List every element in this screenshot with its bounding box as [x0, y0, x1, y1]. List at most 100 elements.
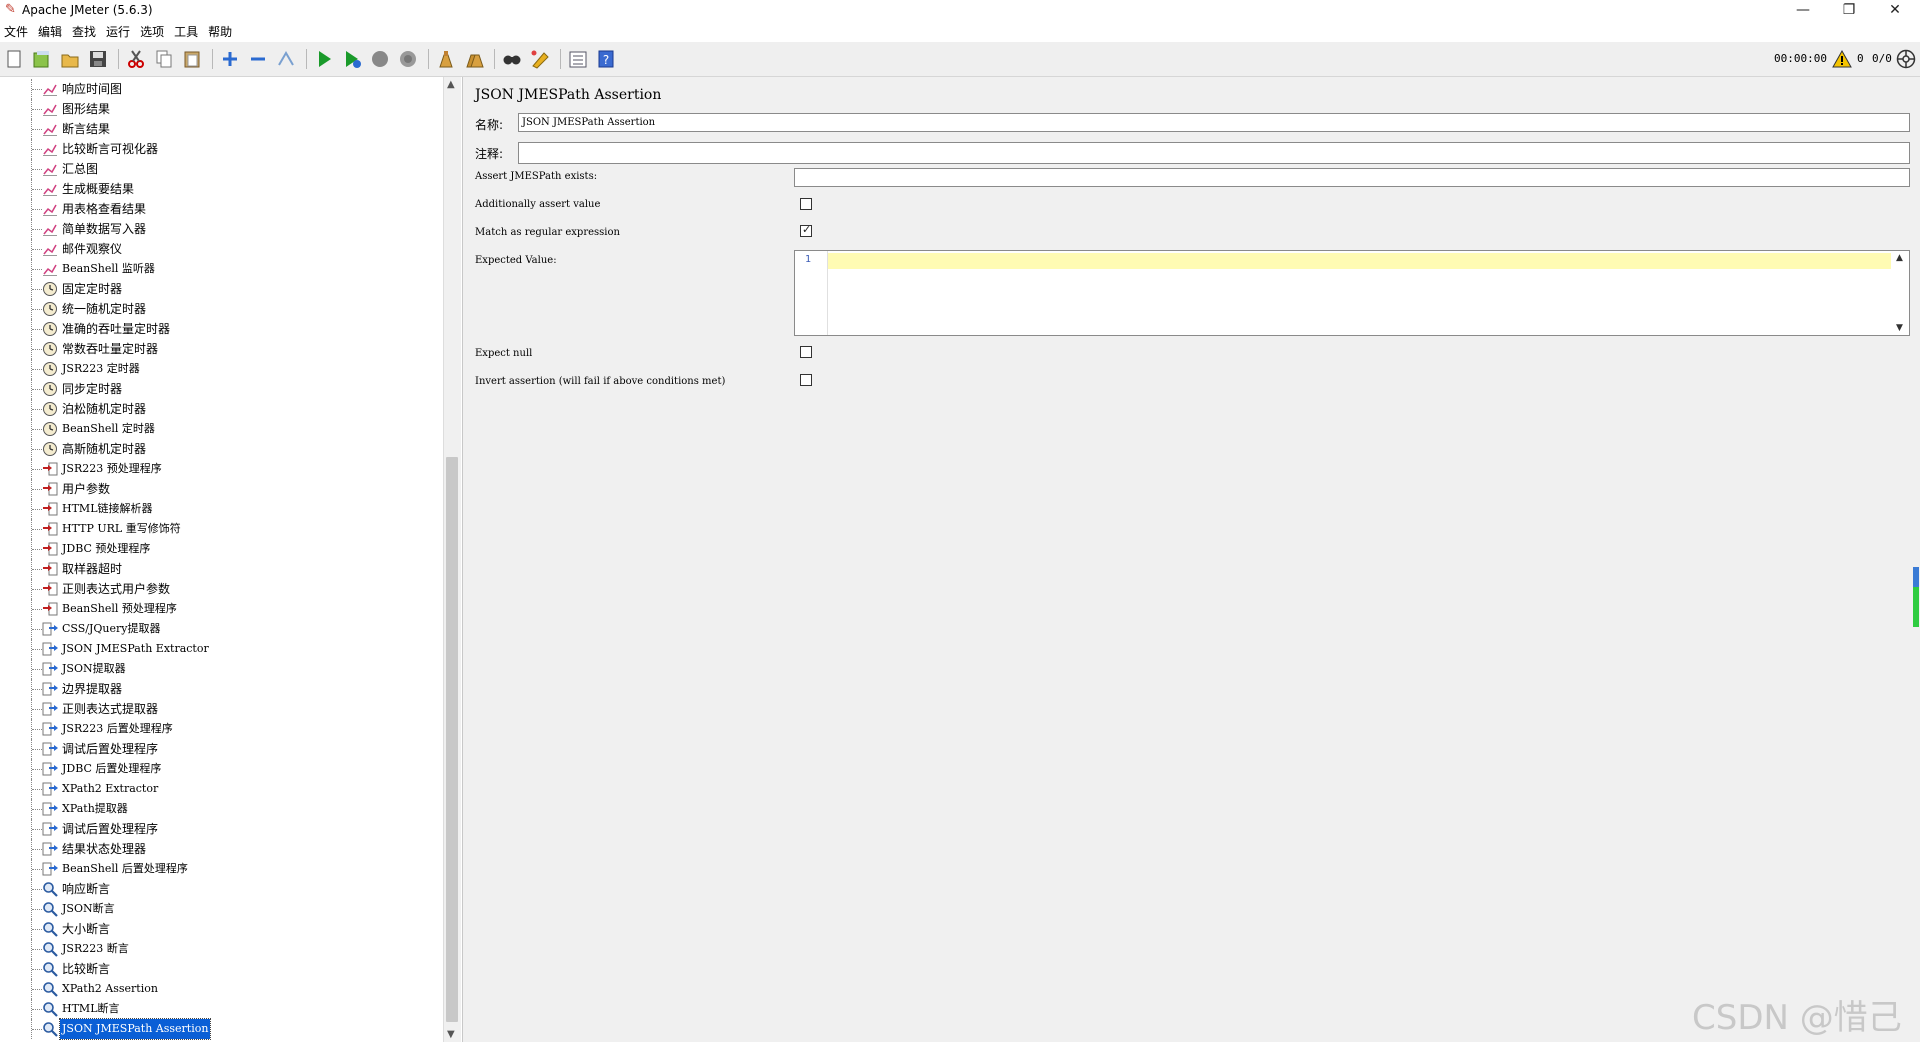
search-icon[interactable] — [502, 49, 522, 69]
tree-item[interactable]: 大小断言 — [0, 919, 440, 939]
tree-item[interactable]: XPath2 Assertion — [0, 979, 440, 999]
tree-connector — [32, 609, 42, 610]
tree-item[interactable]: XPath2 Extractor — [0, 779, 440, 799]
comment-input[interactable] — [518, 142, 1910, 164]
menu-item-1[interactable]: 编辑 — [33, 22, 67, 42]
scroll-thumb[interactable] — [446, 457, 458, 1022]
collapse-icon[interactable] — [248, 49, 268, 69]
tree-item[interactable]: 图形结果 — [0, 99, 440, 119]
tree-item[interactable]: 响应断言 — [0, 879, 440, 899]
tree-item[interactable]: 用表格查看结果 — [0, 199, 440, 219]
tree-item[interactable]: 同步定时器 — [0, 379, 440, 399]
menu-item-3[interactable]: 运行 — [101, 22, 135, 42]
clear-icon[interactable] — [436, 49, 456, 69]
tree-item[interactable]: 泊松随机定时器 — [0, 399, 440, 419]
tree-item[interactable]: JSR223 断言 — [0, 939, 440, 959]
menu-item-0[interactable]: 文件 — [0, 22, 33, 42]
close-button[interactable]: ✕ — [1872, 0, 1918, 22]
open-icon[interactable] — [60, 49, 80, 69]
tree-item[interactable]: JSON提取器 — [0, 659, 440, 679]
expand-icon[interactable] — [220, 49, 240, 69]
tree-item[interactable]: 准确的吞吐量定时器 — [0, 319, 440, 339]
tree-item[interactable]: JSR223 定时器 — [0, 359, 440, 379]
tree-item[interactable]: 正则表达式用户参数 — [0, 579, 440, 599]
jmespath-input[interactable] — [794, 168, 1910, 187]
tree-item[interactable]: 简单数据写入器 — [0, 219, 440, 239]
tree-item-label: 取样器超时 — [62, 562, 123, 576]
minimize-button[interactable]: — — [1780, 0, 1826, 22]
help-icon[interactable]: ? — [596, 49, 616, 69]
tree-item[interactable]: 固定定时器 — [0, 279, 440, 299]
menu-item-2[interactable]: 查找 — [67, 22, 101, 42]
save-icon[interactable] — [88, 49, 108, 69]
tree-item[interactable]: HTML链接解析器 — [0, 499, 440, 519]
tree-item[interactable]: JSON断言 — [0, 899, 440, 919]
templates-icon[interactable] — [32, 49, 52, 69]
start-no-pause-icon[interactable] — [342, 49, 362, 69]
scroll-down-icon[interactable]: ▼ — [1896, 323, 1903, 333]
start-icon[interactable] — [314, 49, 334, 69]
reset-search-icon[interactable] — [530, 49, 550, 69]
tree-item[interactable]: BeanShell 定时器 — [0, 419, 440, 439]
additionally-assert-checkbox[interactable] — [800, 198, 812, 210]
cut-icon[interactable] — [126, 49, 146, 69]
warning-icon[interactable] — [1832, 50, 1852, 68]
menu-item-4[interactable]: 选项 — [135, 22, 169, 42]
tree-item[interactable]: BeanShell 预处理程序 — [0, 599, 440, 619]
menu-item-5[interactable]: 工具 — [169, 22, 203, 42]
function-helper-icon[interactable] — [568, 49, 588, 69]
tree-item[interactable]: 汇总图 — [0, 159, 440, 179]
tree-item[interactable]: JSR223 预处理程序 — [0, 459, 440, 479]
toolbar: 00:00:00 0 0/0 ? — [0, 42, 1920, 77]
tree-item[interactable]: JSR223 后置处理程序 — [0, 719, 440, 739]
tree-item[interactable]: 边界提取器 — [0, 679, 440, 699]
tree-item[interactable]: 常数吞吐量定时器 — [0, 339, 440, 359]
tree-item[interactable]: 响应时间图 — [0, 79, 440, 99]
expected-value-editor[interactable]: 1 ▲ ▼ — [794, 250, 1910, 336]
clear-all-icon[interactable] — [464, 49, 484, 69]
scroll-up-icon[interactable]: ▲ — [447, 79, 455, 90]
tree-item[interactable]: 统一随机定时器 — [0, 299, 440, 319]
tree-item[interactable]: 调试后置处理程序 — [0, 739, 440, 759]
tree-item[interactable]: 比较断言可视化器 — [0, 139, 440, 159]
new-icon[interactable] — [4, 49, 24, 69]
tree-item[interactable]: HTML断言 — [0, 999, 440, 1019]
tree-item[interactable]: JDBC 预处理程序 — [0, 539, 440, 559]
tree-item[interactable]: JDBC 后置处理程序 — [0, 759, 440, 779]
tree-scrollbar[interactable]: ▲ ▼ — [443, 77, 461, 1042]
current-line-highlight[interactable] — [828, 253, 1891, 269]
tree-item[interactable]: 生成概要结果 — [0, 179, 440, 199]
menu-item-6[interactable]: 帮助 — [203, 22, 237, 42]
tree-item[interactable]: HTTP URL 重写修饰符 — [0, 519, 440, 539]
tree-item[interactable]: BeanShell 后置处理程序 — [0, 859, 440, 879]
regex-checkbox[interactable]: ✓ — [800, 223, 812, 237]
tree-item[interactable]: 比较断言 — [0, 959, 440, 979]
invert-assertion-checkbox[interactable] — [800, 374, 812, 386]
tree-item[interactable]: 结果状态处理器 — [0, 839, 440, 859]
tree-item[interactable]: JSON JMESPath Extractor — [0, 639, 440, 659]
restore-button[interactable]: ❐ — [1826, 0, 1872, 22]
tree-item[interactable]: 高斯随机定时器 — [0, 439, 440, 459]
scroll-down-icon[interactable]: ▼ — [447, 1029, 455, 1040]
paste-icon[interactable] — [182, 49, 202, 69]
tree-item[interactable]: JSON JMESPath Assertion — [0, 1018, 440, 1040]
tree-item[interactable]: 调试后置处理程序 — [0, 819, 440, 839]
expect-null-checkbox[interactable] — [800, 346, 812, 358]
name-input[interactable]: JSON JMESPath Assertion — [518, 113, 1910, 132]
tree-item[interactable]: 正则表达式提取器 — [0, 699, 440, 719]
shutdown-icon[interactable] — [398, 49, 418, 69]
editor-scrollbar[interactable]: ▲ ▼ — [1892, 251, 1909, 335]
test-plan-tree[interactable]: 响应时间图 图形结果 断言结果 比较断言可视化器 汇总图 生成概要结果 用表格查看结果 简单数… — [0, 77, 463, 1042]
copy-icon[interactable] — [154, 49, 174, 69]
toggle-icon[interactable] — [276, 49, 296, 69]
stop-icon[interactable] — [370, 49, 390, 69]
tree-item[interactable]: CSS/JQuery提取器 — [0, 619, 440, 639]
tree-item[interactable]: 邮件观察仪 — [0, 239, 440, 259]
tree-item[interactable]: BeanShell 监听器 — [0, 259, 440, 279]
assertion-editor-panel: JSON JMESPath Assertion 名称: JSON JMESPat… — [463, 77, 1920, 1042]
tree-item[interactable]: 断言结果 — [0, 119, 440, 139]
scroll-up-icon[interactable]: ▲ — [1896, 253, 1903, 263]
tree-item[interactable]: 取样器超时 — [0, 559, 440, 579]
tree-item[interactable]: 用户参数 — [0, 479, 440, 499]
tree-item[interactable]: XPath提取器 — [0, 799, 440, 819]
